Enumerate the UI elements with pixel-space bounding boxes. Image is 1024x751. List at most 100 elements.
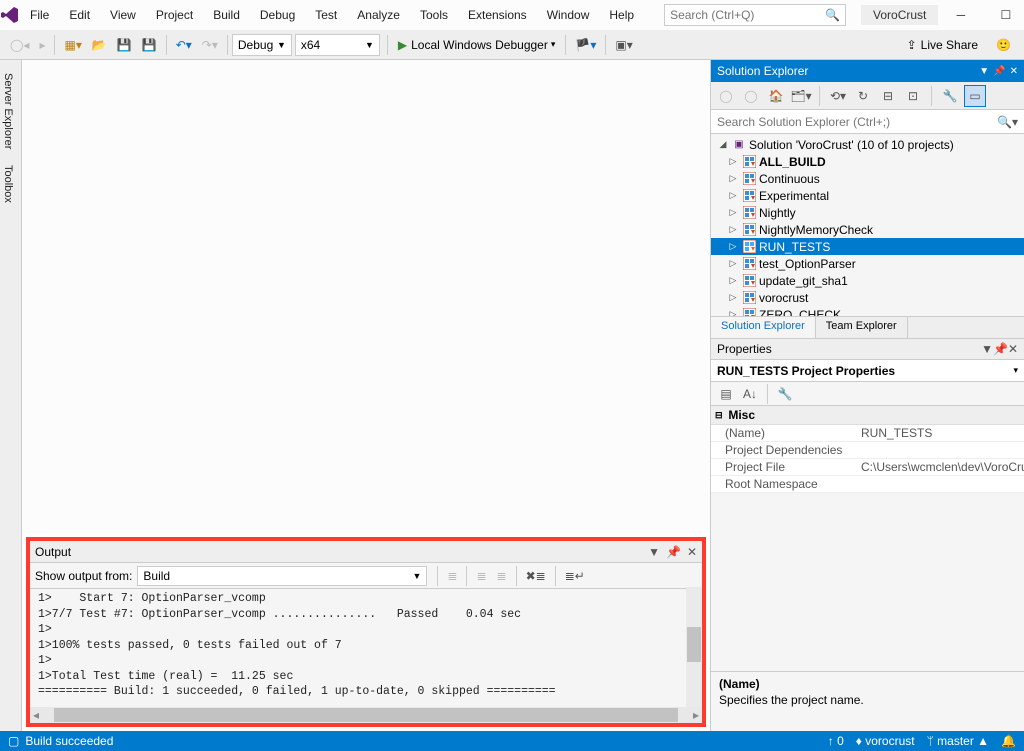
close-icon[interactable]: ✕ — [1008, 342, 1018, 356]
server-explorer-tab[interactable]: Server Explorer — [0, 65, 16, 157]
close-icon[interactable]: ✕ — [687, 545, 697, 559]
output-tool-2[interactable]: ≣ — [471, 566, 491, 586]
se-preview-button[interactable]: ▭ — [964, 85, 986, 107]
new-project-button[interactable]: ▦▾ — [59, 35, 86, 55]
menu-file[interactable]: File — [20, 3, 59, 27]
se-refresh-button[interactable]: ↻ — [852, 85, 874, 107]
close-icon[interactable]: ✕ — [1010, 66, 1018, 77]
output-source-dropdown[interactable]: Build ▼ — [137, 566, 427, 586]
status-branch[interactable]: ᛘ master ▲ — [927, 734, 989, 748]
toolbox-tab[interactable]: Toolbox — [0, 157, 16, 211]
maximize-button[interactable]: ☐ — [983, 0, 1024, 30]
project-node-test_OptionParser[interactable]: ▷test_OptionParser — [711, 255, 1024, 272]
prop-row[interactable]: (Name)RUN_TESTS — [711, 425, 1024, 442]
status-pending[interactable]: ↑ 0 — [828, 734, 844, 748]
pin-icon[interactable]: 📌 — [993, 66, 1005, 77]
prop-row[interactable]: Project Dependencies — [711, 442, 1024, 459]
status-repo[interactable]: ♦ vorocrust — [856, 734, 915, 748]
output-source-value: Build — [143, 569, 170, 583]
pin-icon[interactable]: 📌 — [666, 545, 681, 559]
open-button[interactable]: 📂 — [87, 35, 112, 55]
output-vscroll[interactable] — [687, 627, 701, 662]
menu-window[interactable]: Window — [537, 3, 600, 27]
menu-test[interactable]: Test — [305, 3, 347, 27]
vcxproj-icon — [742, 189, 756, 203]
wrench-icon[interactable]: 🔧 — [774, 383, 796, 405]
se-show-all-button[interactable]: ⊡ — [902, 85, 924, 107]
save-button[interactable]: 💾 — [112, 35, 137, 55]
tool-icon[interactable]: 🏴▾ — [570, 35, 601, 55]
tab-solution-explorer[interactable]: Solution Explorer — [711, 317, 816, 338]
se-sync-button[interactable]: ⟲▾ — [827, 85, 849, 107]
menu-edit[interactable]: Edit — [59, 3, 100, 27]
prop-row[interactable]: Root Namespace — [711, 476, 1024, 493]
nav-back-button[interactable]: ◯◂ — [5, 35, 34, 55]
project-node-update_git_sha1[interactable]: ▷update_git_sha1 — [711, 272, 1024, 289]
solution-explorer-search[interactable]: 🔍▾ — [711, 110, 1024, 134]
project-node-ZERO_CHECK[interactable]: ▷ZERO_CHECK — [711, 306, 1024, 316]
output-hscroll[interactable]: ◂▸ — [30, 707, 702, 723]
word-wrap-button[interactable]: ≣↵ — [560, 566, 590, 586]
menu-build[interactable]: Build — [203, 3, 250, 27]
start-debug-button[interactable]: ▶ Local Windows Debugger ▾ — [392, 35, 562, 55]
properties-subject[interactable]: RUN_TESTS Project Properties ▾ — [711, 360, 1024, 382]
project-node-vorocrust[interactable]: ▷vorocrust — [711, 289, 1024, 306]
liveshare-button[interactable]: Live Share — [921, 38, 978, 52]
project-node-Experimental[interactable]: ▷Experimental — [711, 187, 1024, 204]
output-panel: Output ▼ 📌 ✕ Show output from: Build ▼ ≣… — [26, 537, 706, 727]
project-node-Nightly[interactable]: ▷Nightly — [711, 204, 1024, 221]
se-switch-views-button[interactable]: 🗂▾ — [790, 85, 812, 107]
config-dropdown[interactable]: Debug▼ — [232, 34, 292, 56]
dropdown-icon[interactable]: ▼ — [981, 342, 993, 356]
properties-grid: ⊟ Misc (Name)RUN_TESTSProject Dependenci… — [711, 406, 1024, 493]
se-properties-button[interactable]: 🔧 — [939, 85, 961, 107]
prop-desc-name: (Name) — [719, 677, 1016, 691]
nav-fwd-button[interactable]: ▸ — [34, 35, 50, 55]
save-all-button[interactable]: 💾 — [137, 35, 162, 55]
project-node-Continuous[interactable]: ▷Continuous — [711, 170, 1024, 187]
solution-node[interactable]: ◢ ▣ Solution 'VoroCrust' (10 of 10 proje… — [711, 136, 1024, 153]
se-fwd-button[interactable]: ◯ — [740, 85, 762, 107]
menu-project[interactable]: Project — [146, 3, 203, 27]
pin-icon[interactable]: 📌 — [993, 342, 1008, 356]
dropdown-icon[interactable]: ▼ — [648, 545, 660, 559]
solution-tree[interactable]: ◢ ▣ Solution 'VoroCrust' (10 of 10 proje… — [711, 134, 1024, 316]
se-home-button[interactable]: 🏠 — [765, 85, 787, 107]
tab-team-explorer[interactable]: Team Explorer — [816, 317, 908, 338]
clear-output-button[interactable]: ✖≣ — [521, 566, 551, 586]
tool-icon-2[interactable]: ▣▾ — [610, 35, 637, 55]
redo-button[interactable]: ↷▾ — [197, 35, 223, 55]
project-label: ZERO_CHECK — [759, 308, 841, 317]
solution-name-pill[interactable]: VoroCrust — [861, 5, 938, 25]
undo-button[interactable]: ↶▾ — [171, 35, 197, 55]
menu-tools[interactable]: Tools — [410, 3, 458, 27]
project-node-RUN_TESTS[interactable]: ▷RUN_TESTS — [711, 238, 1024, 255]
output-textarea[interactable]: 1> Start 7: OptionParser_vcomp 1>7/7 Tes… — [30, 589, 702, 707]
menu-extensions[interactable]: Extensions — [458, 3, 537, 27]
alphabetical-button[interactable]: A↓ — [739, 383, 761, 405]
menu-debug[interactable]: Debug — [250, 3, 305, 27]
menu-view[interactable]: View — [100, 3, 146, 27]
prop-category-misc[interactable]: ⊟ Misc — [711, 406, 1024, 425]
categorized-button[interactable]: ▤ — [715, 383, 737, 405]
se-back-button[interactable]: ◯ — [715, 85, 737, 107]
output-tool-3[interactable]: ≣ — [492, 566, 512, 586]
se-collapse-button[interactable]: ⊟ — [877, 85, 899, 107]
menu-analyze[interactable]: Analyze — [347, 3, 410, 27]
status-bar: ▢ Build succeeded ↑ 0 ♦ vorocrust ᛘ mast… — [0, 731, 1024, 751]
project-label: vorocrust — [759, 291, 808, 305]
status-bell-icon[interactable]: 🔔 — [1001, 734, 1016, 748]
project-node-ALL_BUILD[interactable]: ▷ALL_BUILD — [711, 153, 1024, 170]
solution-explorer-title: Solution Explorer — [717, 64, 808, 78]
platform-dropdown[interactable]: x64▼ — [295, 34, 380, 56]
global-search[interactable]: 🔍 — [664, 4, 846, 26]
feedback-icon[interactable]: 🙂 — [996, 38, 1011, 52]
global-search-input[interactable] — [670, 8, 825, 22]
project-node-NightlyMemoryCheck[interactable]: ▷NightlyMemoryCheck — [711, 221, 1024, 238]
output-tool-1[interactable]: ≣ — [442, 566, 462, 586]
minimize-button[interactable]: ─ — [938, 0, 983, 30]
solution-explorer-search-input[interactable] — [717, 115, 997, 129]
dropdown-icon[interactable]: ▼ — [979, 66, 989, 77]
menu-help[interactable]: Help — [599, 3, 644, 27]
prop-row[interactable]: Project FileC:\Users\wcmclen\dev\VoroCru… — [711, 459, 1024, 476]
